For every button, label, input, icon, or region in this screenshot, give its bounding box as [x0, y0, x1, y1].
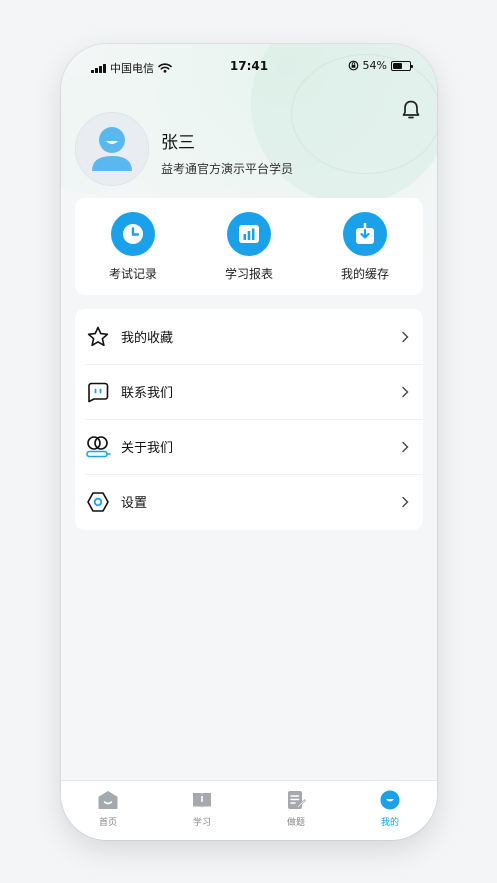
avatar[interactable]: [75, 112, 149, 186]
chevron-right-icon: [402, 331, 409, 342]
quick-action-label: 学习报表: [224, 267, 273, 281]
user-subtitle: 益考通官方演示平台学员: [161, 162, 294, 176]
quick-action-label: 我的缓存: [340, 267, 389, 281]
avatar-icon: [92, 127, 132, 171]
tab-study[interactable]: 学习: [155, 781, 249, 840]
chat-icon: [88, 382, 109, 402]
study-report-button[interactable]: 学习报表: [191, 198, 307, 295]
star-icon: [87, 326, 109, 346]
phone-screen: 中国电信 17:41 54% 张三 益考通官方演示平台学员 考试记录 学习报表 …: [61, 44, 437, 840]
menu-item-label: 关于我们: [121, 441, 174, 456]
tab-label: 学习: [192, 818, 211, 828]
menu-item-about[interactable]: 关于我们: [75, 419, 423, 474]
my-cache-button[interactable]: 我的缓存: [307, 198, 423, 295]
menu-card: 我的收藏 联系我们 关于我们 设置: [75, 309, 423, 530]
clock-icon: [123, 224, 143, 244]
download-icon: [356, 223, 374, 244]
home-icon: [98, 791, 118, 809]
menu-item-label: 我的收藏: [121, 331, 174, 346]
quick-actions-card: 考试记录 学习报表 我的缓存: [75, 198, 423, 295]
battery-icon: [391, 60, 413, 71]
about-icon: [86, 435, 111, 457]
profile-icon: [380, 790, 400, 810]
battery-percent: 54%: [362, 59, 387, 72]
bell-icon[interactable]: [400, 99, 422, 121]
tab-exercise[interactable]: 做题: [249, 781, 343, 840]
tab-label: 我的: [380, 818, 399, 828]
exercise-icon: [288, 791, 306, 809]
status-bar: 中国电信 17:41 54%: [61, 44, 437, 88]
menu-item-label: 联系我们: [121, 386, 174, 401]
tab-bar: 首页 学习 做题 我的: [61, 780, 437, 840]
tab-home[interactable]: 首页: [61, 781, 155, 840]
rotation-lock-icon: [348, 60, 358, 71]
menu-item-contact[interactable]: 联系我们: [75, 364, 423, 419]
menu-item-settings[interactable]: 设置: [75, 474, 423, 529]
tab-label: 做题: [286, 818, 305, 828]
chart-icon: [239, 225, 259, 243]
tab-label: 首页: [98, 818, 117, 828]
quick-action-label: 考试记录: [108, 267, 157, 281]
tab-mine[interactable]: 我的: [343, 781, 437, 840]
user-name: 张三: [161, 133, 195, 153]
exam-records-button[interactable]: 考试记录: [75, 198, 191, 295]
menu-item-favorites[interactable]: 我的收藏: [75, 309, 423, 364]
settings-icon: [87, 491, 109, 512]
chevron-right-icon: [402, 496, 409, 507]
menu-item-label: 设置: [121, 496, 148, 511]
chevron-right-icon: [402, 386, 409, 397]
chevron-right-icon: [402, 441, 409, 452]
book-icon: [193, 793, 211, 808]
